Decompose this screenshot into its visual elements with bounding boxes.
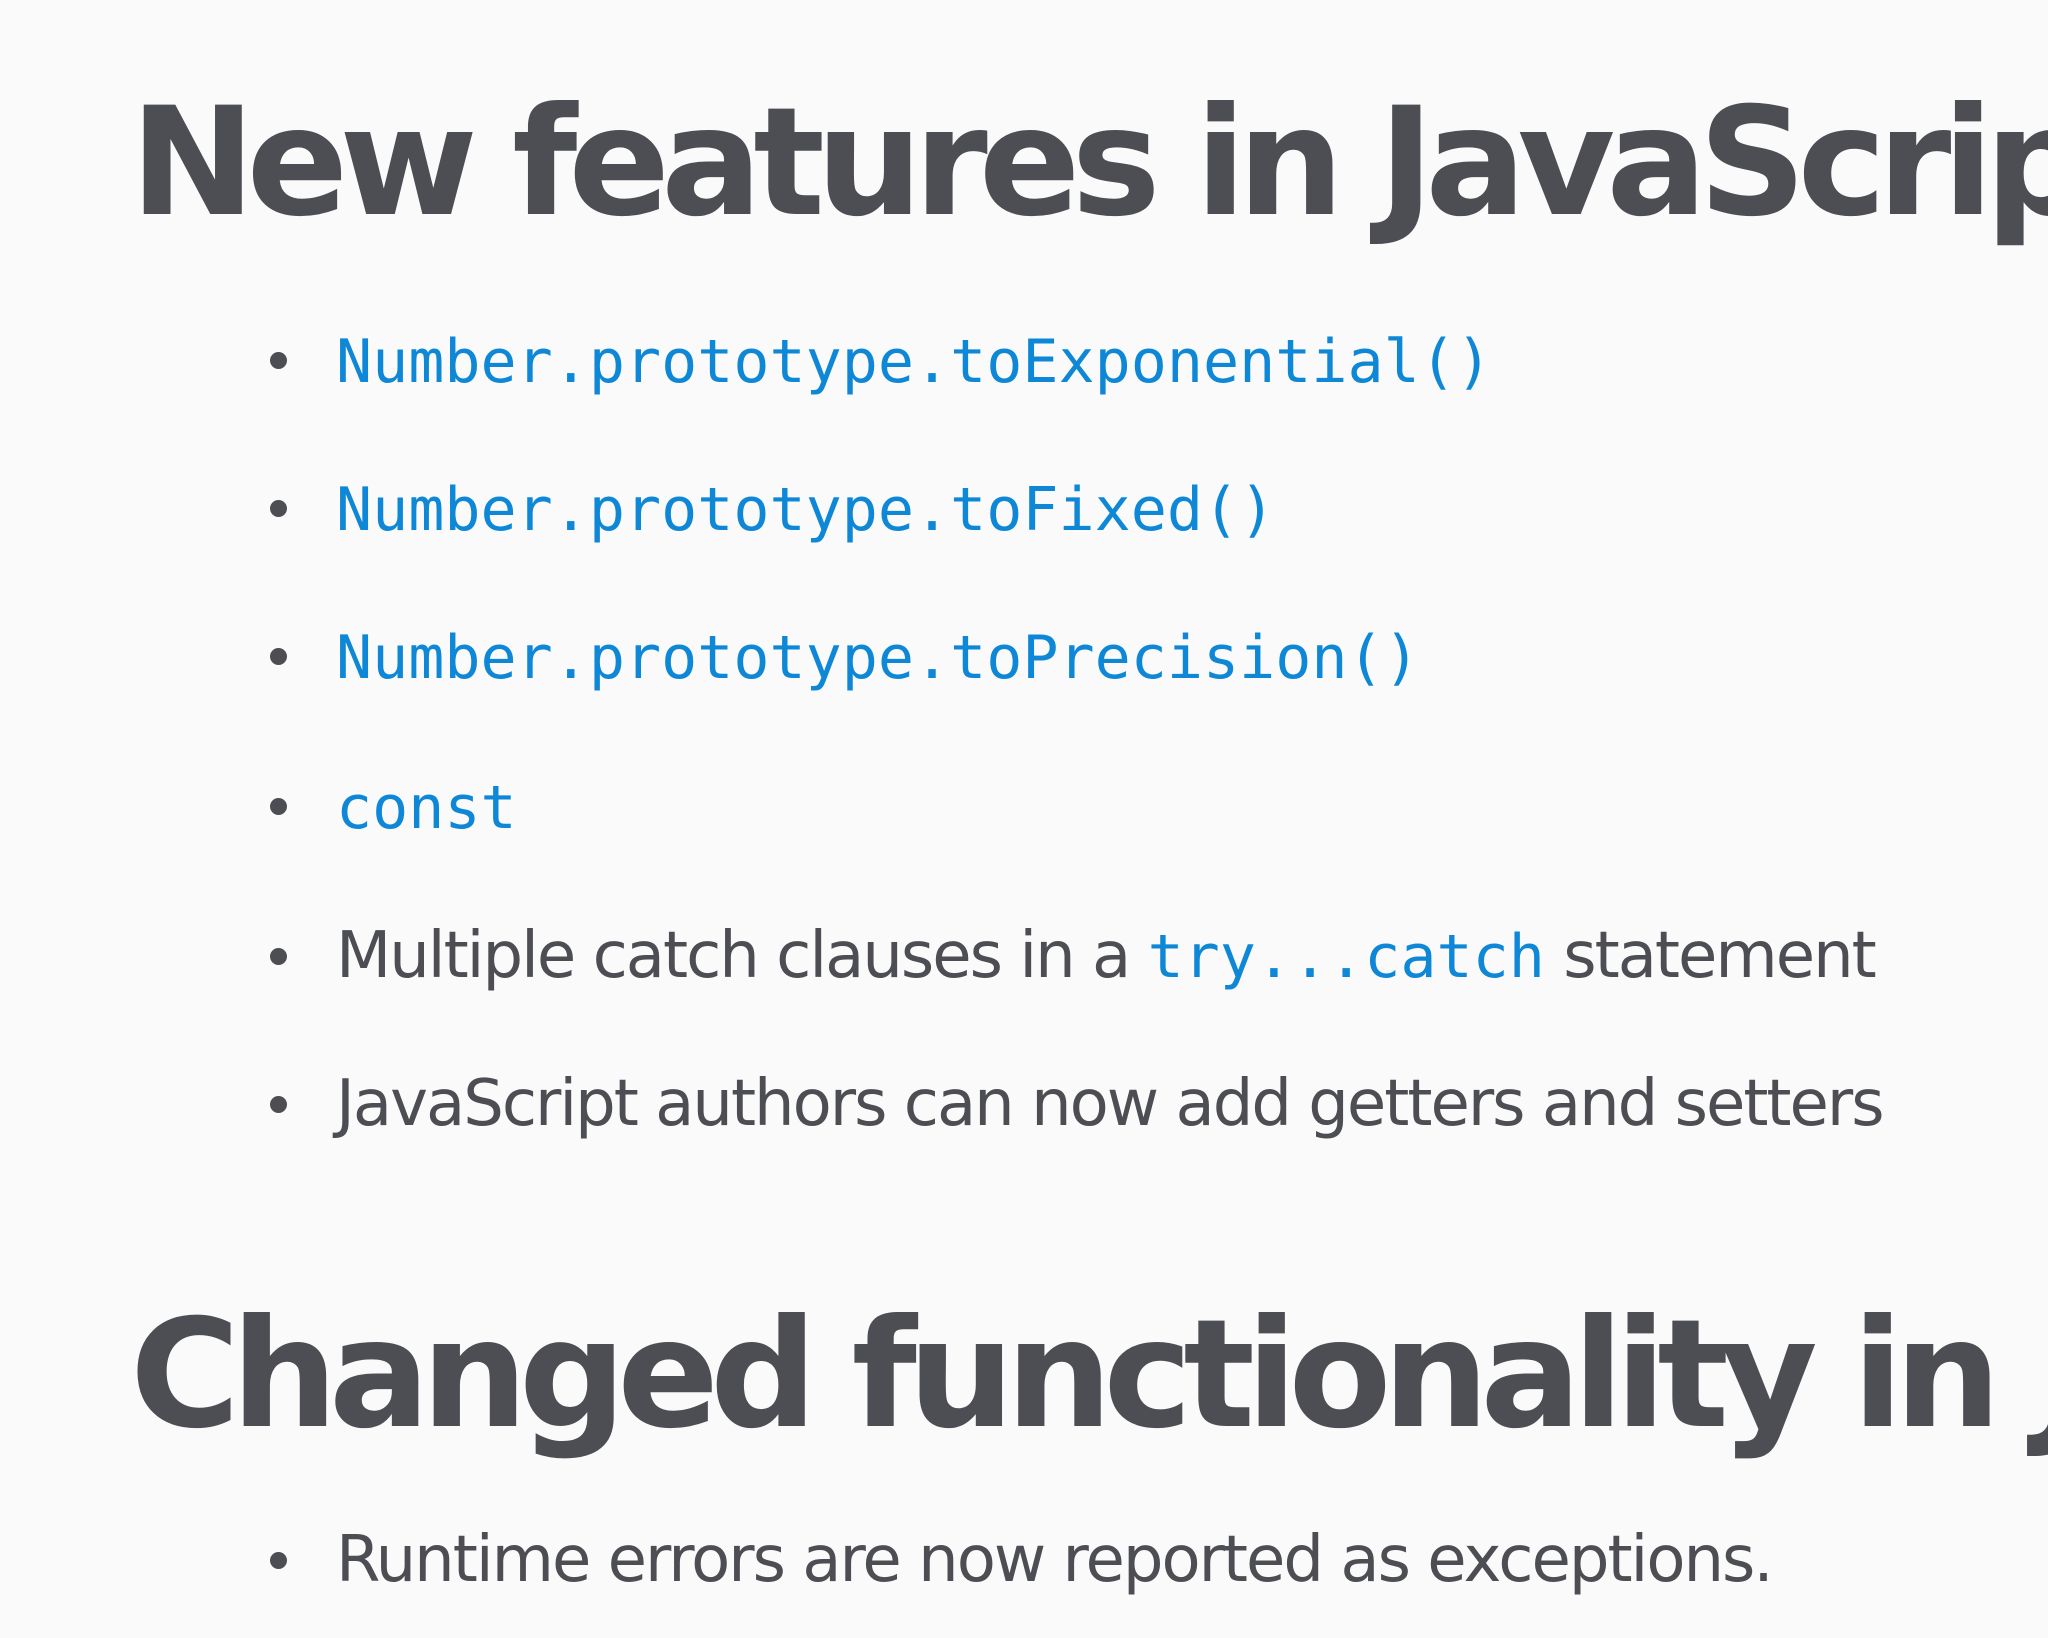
list-item-text-before: Multiple catch clauses in a — [336, 919, 1148, 993]
section-heading-changed-functionality: Changed functionality in Jav — [130, 1288, 2048, 1462]
bullet-icon — [270, 648, 287, 665]
link-try-catch[interactable]: try...catch — [1148, 922, 1545, 992]
section-heading-new-features: New features in JavaScript 1 — [130, 76, 2048, 250]
bullet-icon — [270, 1552, 287, 1569]
link-const[interactable]: const — [336, 778, 517, 838]
bullet-icon — [270, 798, 287, 815]
bullet-icon — [270, 352, 287, 369]
list-item-text: Runtime errors are now reported as excep… — [336, 1523, 1774, 1597]
link-to-precision[interactable]: Number.prototype.toPrecision() — [336, 628, 1420, 688]
document-page: New features in JavaScript 1 Number.prot… — [0, 0, 2048, 1638]
list-item-text-after: statement — [1544, 919, 1876, 993]
link-to-fixed[interactable]: Number.prototype.toFixed() — [336, 480, 1275, 540]
bullet-icon — [270, 948, 287, 965]
bullet-icon — [270, 500, 287, 517]
bullet-icon — [270, 1096, 287, 1113]
list-item-text: JavaScript authors can now add getters a… — [336, 1067, 1885, 1141]
link-to-exponential[interactable]: Number.prototype.toExponential() — [336, 332, 1492, 392]
list-item-text: Multiple catch clauses in a try...catch … — [336, 924, 1877, 988]
